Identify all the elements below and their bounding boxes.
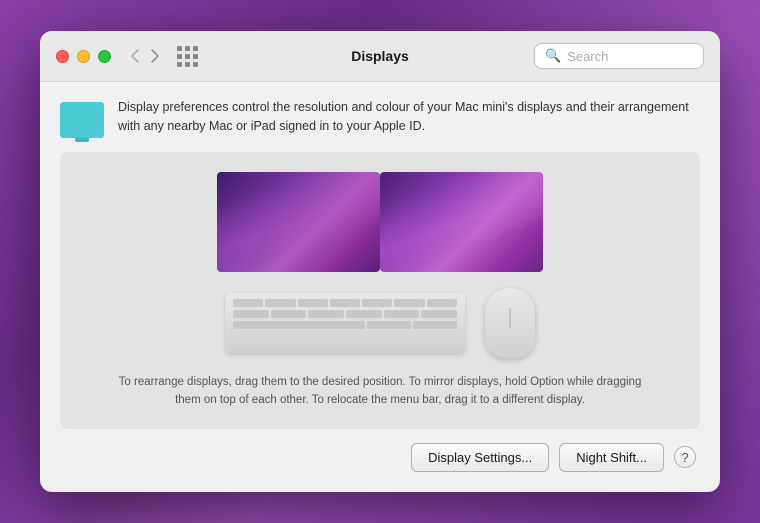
key [298, 299, 328, 307]
key [427, 299, 457, 307]
monitors-container [217, 172, 543, 272]
monitor-right[interactable] [380, 172, 543, 272]
helper-text: To rearrange displays, drag them to the … [109, 374, 652, 409]
grid-dot [185, 46, 190, 51]
key-space [233, 321, 365, 329]
monitor-left[interactable] [217, 172, 380, 272]
key [308, 310, 344, 318]
key [413, 321, 457, 329]
description-row: Display preferences control the resoluti… [60, 98, 700, 138]
key [394, 299, 424, 307]
content-area: Display preferences control the resoluti… [40, 82, 720, 492]
minimize-button[interactable] [77, 50, 90, 63]
titlebar: Displays 🔍 [40, 31, 720, 82]
key-row [233, 310, 457, 318]
grid-dot [177, 62, 182, 67]
maximize-button[interactable] [98, 50, 111, 63]
key [330, 299, 360, 307]
nav-buttons [127, 47, 163, 65]
search-bar: 🔍 [534, 43, 704, 69]
display-icon [60, 102, 104, 138]
key [271, 310, 307, 318]
night-shift-button[interactable]: Night Shift... [559, 443, 664, 472]
grid-dot [185, 62, 190, 67]
grid-dot [193, 46, 198, 51]
system-preferences-window: Displays 🔍 Display preferences control t… [40, 31, 720, 492]
grid-menu-button[interactable] [175, 44, 200, 69]
forward-button[interactable] [147, 47, 163, 65]
key-row [233, 299, 457, 307]
key [384, 310, 420, 318]
traffic-lights [56, 50, 111, 63]
key [367, 321, 411, 329]
grid-dot [193, 62, 198, 67]
keyboard-area [225, 288, 535, 358]
back-button[interactable] [127, 47, 143, 65]
key [421, 310, 457, 318]
search-icon: 🔍 [545, 48, 561, 64]
key [233, 310, 269, 318]
key [346, 310, 382, 318]
description-text: Display preferences control the resoluti… [118, 98, 700, 136]
window-title: Displays [351, 48, 409, 64]
close-button[interactable] [56, 50, 69, 63]
grid-dot [177, 46, 182, 51]
key [265, 299, 295, 307]
grid-dot [193, 54, 198, 59]
help-button[interactable]: ? [674, 446, 696, 468]
grid-dot [177, 54, 182, 59]
key [362, 299, 392, 307]
keyboard-illustration [225, 293, 465, 353]
key-row [233, 321, 457, 329]
display-area: To rearrange displays, drag them to the … [60, 152, 700, 429]
grid-dot [185, 54, 190, 59]
button-row: Display Settings... Night Shift... ? [60, 443, 700, 472]
search-input[interactable] [567, 49, 693, 64]
display-settings-button[interactable]: Display Settings... [411, 443, 549, 472]
key [233, 299, 263, 307]
mouse-illustration [485, 288, 535, 358]
